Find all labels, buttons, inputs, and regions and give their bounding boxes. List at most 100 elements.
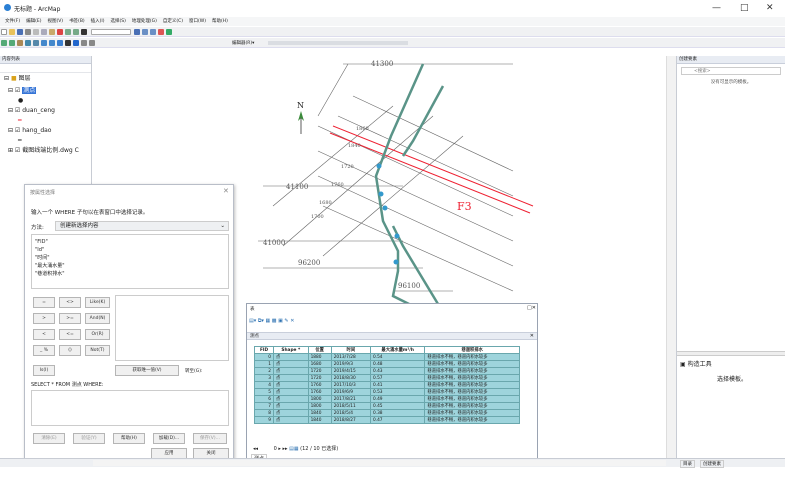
undo-icon[interactable]	[65, 29, 71, 35]
menu-selection[interactable]: 选择(S)	[111, 17, 126, 26]
cut-icon[interactable]	[33, 29, 39, 35]
minimize-button[interactable]: —	[712, 3, 721, 13]
zoom-in-icon[interactable]	[1, 40, 7, 46]
column-header[interactable]: FID	[253, 346, 275, 354]
list-item[interactable]: "最大涌水量"	[35, 262, 225, 270]
table-row[interactable]: 9 点 1840 2018/8/27 0.47 巷道排水不畅，巷道内积水较多	[253, 416, 520, 424]
copy-icon[interactable]	[41, 29, 47, 35]
save-button[interactable]: 保存(V)...	[193, 433, 227, 444]
operator-button[interactable]: _ %	[33, 345, 55, 356]
next-record-icon[interactable]: ▸ ▸▸	[278, 446, 287, 452]
table-tab[interactable]: 测点	[247, 334, 259, 339]
table-row[interactable]: 2 点 1720 2019/4/15 0.43 巷道排水不畅，巷道内积水较多	[253, 367, 520, 375]
list-item[interactable]: "Id"	[35, 246, 225, 254]
where-clause-input[interactable]	[31, 390, 229, 426]
template-search-input[interactable]: <搜索>	[681, 67, 781, 75]
operator-button[interactable]: Like(K)	[85, 297, 110, 308]
operator-button[interactable]: <	[33, 329, 55, 340]
save-icon[interactable]	[17, 29, 23, 35]
is-button[interactable]: Is(I)	[33, 365, 55, 376]
delete-icon[interactable]	[57, 29, 63, 35]
dialog-close-icon[interactable]: ✕	[223, 187, 229, 195]
verify-button[interactable]: 验证(Y)	[73, 433, 105, 444]
print-icon[interactable]	[25, 29, 31, 35]
layer-dwg[interactable]: ⊞ ☑ 截图线端比例.dwg C	[0, 145, 91, 157]
pan-icon[interactable]	[17, 40, 23, 46]
find-icon[interactable]	[81, 40, 87, 46]
catalog-tab[interactable]: 目录	[680, 460, 695, 468]
menu-file[interactable]: 文件(F)	[5, 17, 20, 26]
list-item[interactable]: "巷道积排水"	[35, 270, 225, 278]
clear-button[interactable]: 清除(E)	[33, 433, 65, 444]
column-header[interactable]: 位置	[307, 346, 332, 354]
table-row[interactable]: 8 点 1840 2018/5/4 0.38 巷道排水不畅，巷道内积水较多	[253, 409, 520, 417]
operator-button[interactable]: <>	[59, 297, 81, 308]
back-icon[interactable]	[41, 40, 47, 46]
search-icon[interactable]	[150, 29, 157, 35]
menu-help[interactable]: 帮助(H)	[212, 17, 228, 26]
layer-measure-points[interactable]: ⊟ ☑ 测点	[0, 85, 91, 97]
zoom-out-icon[interactable]	[9, 40, 15, 46]
map-vertical-scrollbar[interactable]	[666, 56, 676, 458]
layer-hang-dao[interactable]: ⊟ ☑ hang_dao	[0, 125, 91, 137]
table-row[interactable]: 6 点 1800 2017/8/21 0.49 巷道排水不畅，巷道内积水较多	[253, 395, 520, 403]
paste-icon[interactable]	[49, 29, 55, 35]
table-window-close-icon[interactable]: □✕	[527, 305, 536, 311]
table-row[interactable]: 4 点 1760 2017/10/3 0.41 巷道排水不畅，巷道内积水较多	[253, 381, 520, 389]
menu-view[interactable]: 视图(V)	[47, 17, 63, 26]
menu-geoprocessing[interactable]: 地理处理(G)	[132, 17, 157, 26]
table-row[interactable]: 0 点 1880 2013/7/28 0.54 巷道排水不畅，巷道内积水较多	[253, 353, 520, 361]
column-header[interactable]: 巷道积排水	[424, 346, 520, 354]
catalog-icon[interactable]	[142, 29, 149, 35]
python-icon[interactable]	[166, 29, 173, 35]
identify-icon[interactable]	[73, 40, 79, 46]
layer-duan-ceng[interactable]: ⊟ ☑ duan_ceng	[0, 105, 91, 117]
select-features-icon[interactable]	[57, 40, 63, 46]
add-data-icon[interactable]	[81, 29, 87, 35]
record-number[interactable]: 0	[274, 446, 277, 452]
unique-values-list[interactable]	[115, 295, 229, 361]
operator-button[interactable]: >	[33, 313, 55, 324]
open-icon[interactable]	[9, 29, 15, 35]
operator-button[interactable]: >=	[59, 313, 81, 324]
map-point[interactable]	[393, 259, 399, 265]
list-item[interactable]: "FID"	[35, 238, 225, 246]
table-row[interactable]: 1 点 1680 2019/9/3 0.48 巷道排水不畅，巷道内积水较多	[253, 360, 520, 368]
list-item[interactable]: "时间"	[35, 254, 225, 262]
editor-menu[interactable]: 编辑器(R)▾	[232, 40, 254, 46]
table-row[interactable]: 7 点 1800 2018/5/11 0.45 巷道排水不畅，巷道内积水较多	[253, 402, 520, 410]
operator-button[interactable]: Not(T)	[85, 345, 110, 356]
method-select[interactable]: 创建新选择内容 ⌄	[55, 221, 229, 231]
column-header[interactable]: Shape *	[273, 346, 309, 354]
column-header[interactable]: 时间	[330, 346, 371, 354]
close-button[interactable]: ✕	[766, 3, 774, 13]
tab-close-icon[interactable]: ✕	[530, 333, 534, 339]
maximize-button[interactable]: □	[740, 3, 749, 13]
create-features-tab[interactable]: 创建要素	[700, 460, 724, 468]
operator-button[interactable]: ()	[59, 345, 81, 356]
table-row[interactable]: 5 点 1760 2019/6/9 0.53 巷道排水不畅，巷道内积水较多	[253, 388, 520, 396]
scale-box[interactable]	[90, 29, 131, 35]
table-row[interactable]: 3 点 1720 2018/8/30 0.57 巷道排水不畅，巷道内积水较多	[253, 374, 520, 382]
new-icon[interactable]	[1, 29, 7, 35]
operator-button[interactable]: And(N)	[85, 313, 110, 324]
fixed-zoom-icon[interactable]	[33, 40, 39, 46]
first-record-icon[interactable]: ◂◂	[253, 446, 258, 452]
map-point[interactable]	[394, 233, 400, 239]
forward-icon[interactable]	[49, 40, 55, 46]
map-point[interactable]	[378, 191, 384, 197]
full-extent-icon[interactable]	[25, 40, 31, 46]
map-point[interactable]	[382, 205, 388, 211]
menu-bookmarks[interactable]: 书签(B)	[69, 17, 85, 26]
help-button[interactable]: 帮助(H)	[113, 433, 145, 444]
show-all-icon[interactable]: ▤▦	[289, 446, 298, 452]
menu-insert[interactable]: 插入(I)	[91, 17, 105, 26]
operator-button[interactable]: =	[33, 297, 55, 308]
redo-icon[interactable]	[73, 29, 79, 35]
menu-customize[interactable]: 自定义(C)	[163, 17, 183, 26]
field-list[interactable]: "FID" "Id" "时间" "最大涌水量" "巷道积排水"	[31, 234, 229, 289]
map-horizontal-scrollbar[interactable]	[93, 460, 666, 466]
load-button[interactable]: 加载(D)...	[153, 433, 185, 444]
menu-edit[interactable]: 编辑(E)	[26, 17, 41, 26]
menu-windows[interactable]: 窗口(W)	[189, 17, 206, 26]
